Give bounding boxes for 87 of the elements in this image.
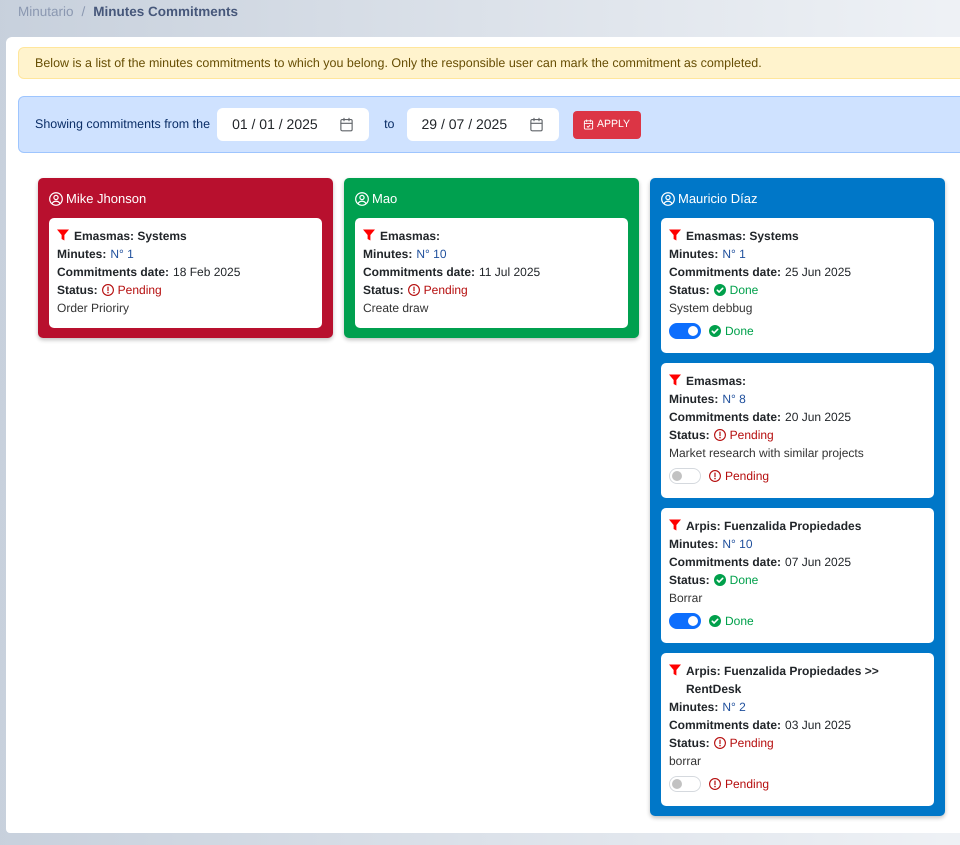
minutes-label: Minutes: <box>669 536 718 553</box>
minutes-label: Minutes: <box>669 391 718 408</box>
date-label: Commitments date: <box>57 264 170 281</box>
funnel-icon <box>669 374 681 386</box>
commitment-title: Emasmas: <box>380 228 440 245</box>
date-separator: to <box>384 116 394 134</box>
date-value: 03 Jun 2025 <box>785 717 852 734</box>
alert-circle-icon <box>714 429 726 441</box>
toggle-switch[interactable] <box>669 613 701 629</box>
commitment-title: Emasmas: <box>686 373 746 390</box>
alert-circle-icon <box>709 778 721 790</box>
date-label: Commitments date: <box>363 264 476 281</box>
toggle-label: Done <box>725 323 754 340</box>
check-circle-icon <box>714 574 726 586</box>
minutes-label: Minutes: <box>669 699 718 716</box>
funnel-icon <box>57 229 69 241</box>
commitment-title: Arpis: Fuenzalida Propiedades <box>686 518 862 535</box>
commitment-description: Create draw <box>363 300 428 317</box>
status-value: Pending <box>118 282 162 299</box>
minutes-value: N° 1 <box>722 246 746 263</box>
commitment-title: Emasmas: Systems <box>686 228 799 245</box>
info-alert: Below is a list of the minutes commitments to which you belong. Only the responsible user can mark the commitment as completed. <box>18 47 960 79</box>
calendar-icon <box>339 117 354 132</box>
user-name: Mao <box>372 190 398 208</box>
status-label: Status: <box>363 282 404 299</box>
user-circle-icon <box>661 192 675 206</box>
commitment-title: Emasmas: Systems <box>74 228 187 245</box>
calendar-icon <box>528 117 544 132</box>
commitment-description: Order Prioriry <box>57 300 130 317</box>
alert-circle-icon <box>714 737 726 749</box>
check-circle-icon <box>709 325 721 337</box>
date-value: 11 Jul 2025 <box>479 264 540 281</box>
commitment-title: Arpis: Fuenzalida Propiedades >> RentDesk <box>686 663 880 698</box>
date-value: 18 Feb 2025 <box>173 264 240 281</box>
date-field[interactable]: 29 / 07 / 2025 <box>406 108 558 141</box>
toggle-switch[interactable] <box>669 323 701 339</box>
check-circle-icon <box>714 284 726 296</box>
commitment-description: System debbug <box>669 300 752 317</box>
minutes-label: Minutes: <box>669 246 718 263</box>
commitment-description: borrar <box>669 753 702 770</box>
date-label: Commitments date: <box>669 554 782 571</box>
status-value: Pending <box>424 282 468 299</box>
status-value: Pending <box>730 427 774 444</box>
user-name: Mike Jhonson <box>66 190 146 208</box>
date-value: 25 Jun 2025 <box>785 264 852 281</box>
status-value: Pending <box>730 735 774 752</box>
minutes-label: Minutes: <box>363 246 412 263</box>
funnel-icon <box>669 664 681 676</box>
date-label: Commitments date: <box>669 409 782 426</box>
user-circle-icon <box>49 192 63 206</box>
alert-circle-icon <box>408 284 420 296</box>
date-label: Commitments date: <box>669 264 782 281</box>
minutes-value: N° 10 <box>722 536 752 553</box>
date-value: 07 Jun 2025 <box>785 554 852 571</box>
status-value: Done <box>730 572 758 589</box>
commitment-description: Borrar <box>669 590 702 607</box>
status-label: Status: <box>669 735 710 752</box>
date-label: Commitments date: <box>669 717 782 734</box>
commitment-description: Market research with similar projects <box>669 445 864 462</box>
toggle-label: Pending <box>725 468 770 485</box>
date-value: 20 Jun 2025 <box>785 409 852 426</box>
status-label: Status: <box>669 427 710 444</box>
minutes-value: N° 2 <box>722 699 746 716</box>
filter-label: Showing commitments from the <box>35 116 210 134</box>
apply-button[interactable]: APPLY <box>572 110 640 138</box>
user-circle-icon <box>355 192 369 206</box>
status-label: Status: <box>669 572 710 589</box>
breadcrumb-separator: / <box>82 2 86 21</box>
toggle-label: Done <box>725 613 754 630</box>
funnel-icon <box>669 519 681 531</box>
minutes-value: N° 1 <box>110 246 134 263</box>
status-value: Done <box>730 282 758 299</box>
alert-circle-icon <box>709 470 721 482</box>
breadcrumb-current: Minutes Commitments <box>93 2 238 21</box>
toggle-label: Pending <box>725 776 770 793</box>
funnel-icon <box>669 229 681 241</box>
status-label: Status: <box>669 282 710 299</box>
minutes-value: N° 8 <box>722 391 746 408</box>
funnel-icon <box>363 229 375 241</box>
check-circle-icon <box>709 615 721 627</box>
date-field[interactable]: 01 / 01 / 2025 <box>217 108 370 141</box>
minutes-value: N° 10 <box>416 246 446 263</box>
calendar-check-icon <box>582 119 594 130</box>
user-name: Mauricio Díaz <box>678 190 758 208</box>
status-label: Status: <box>57 282 98 299</box>
alert-circle-icon <box>102 284 114 296</box>
minutes-label: Minutes: <box>57 246 106 263</box>
